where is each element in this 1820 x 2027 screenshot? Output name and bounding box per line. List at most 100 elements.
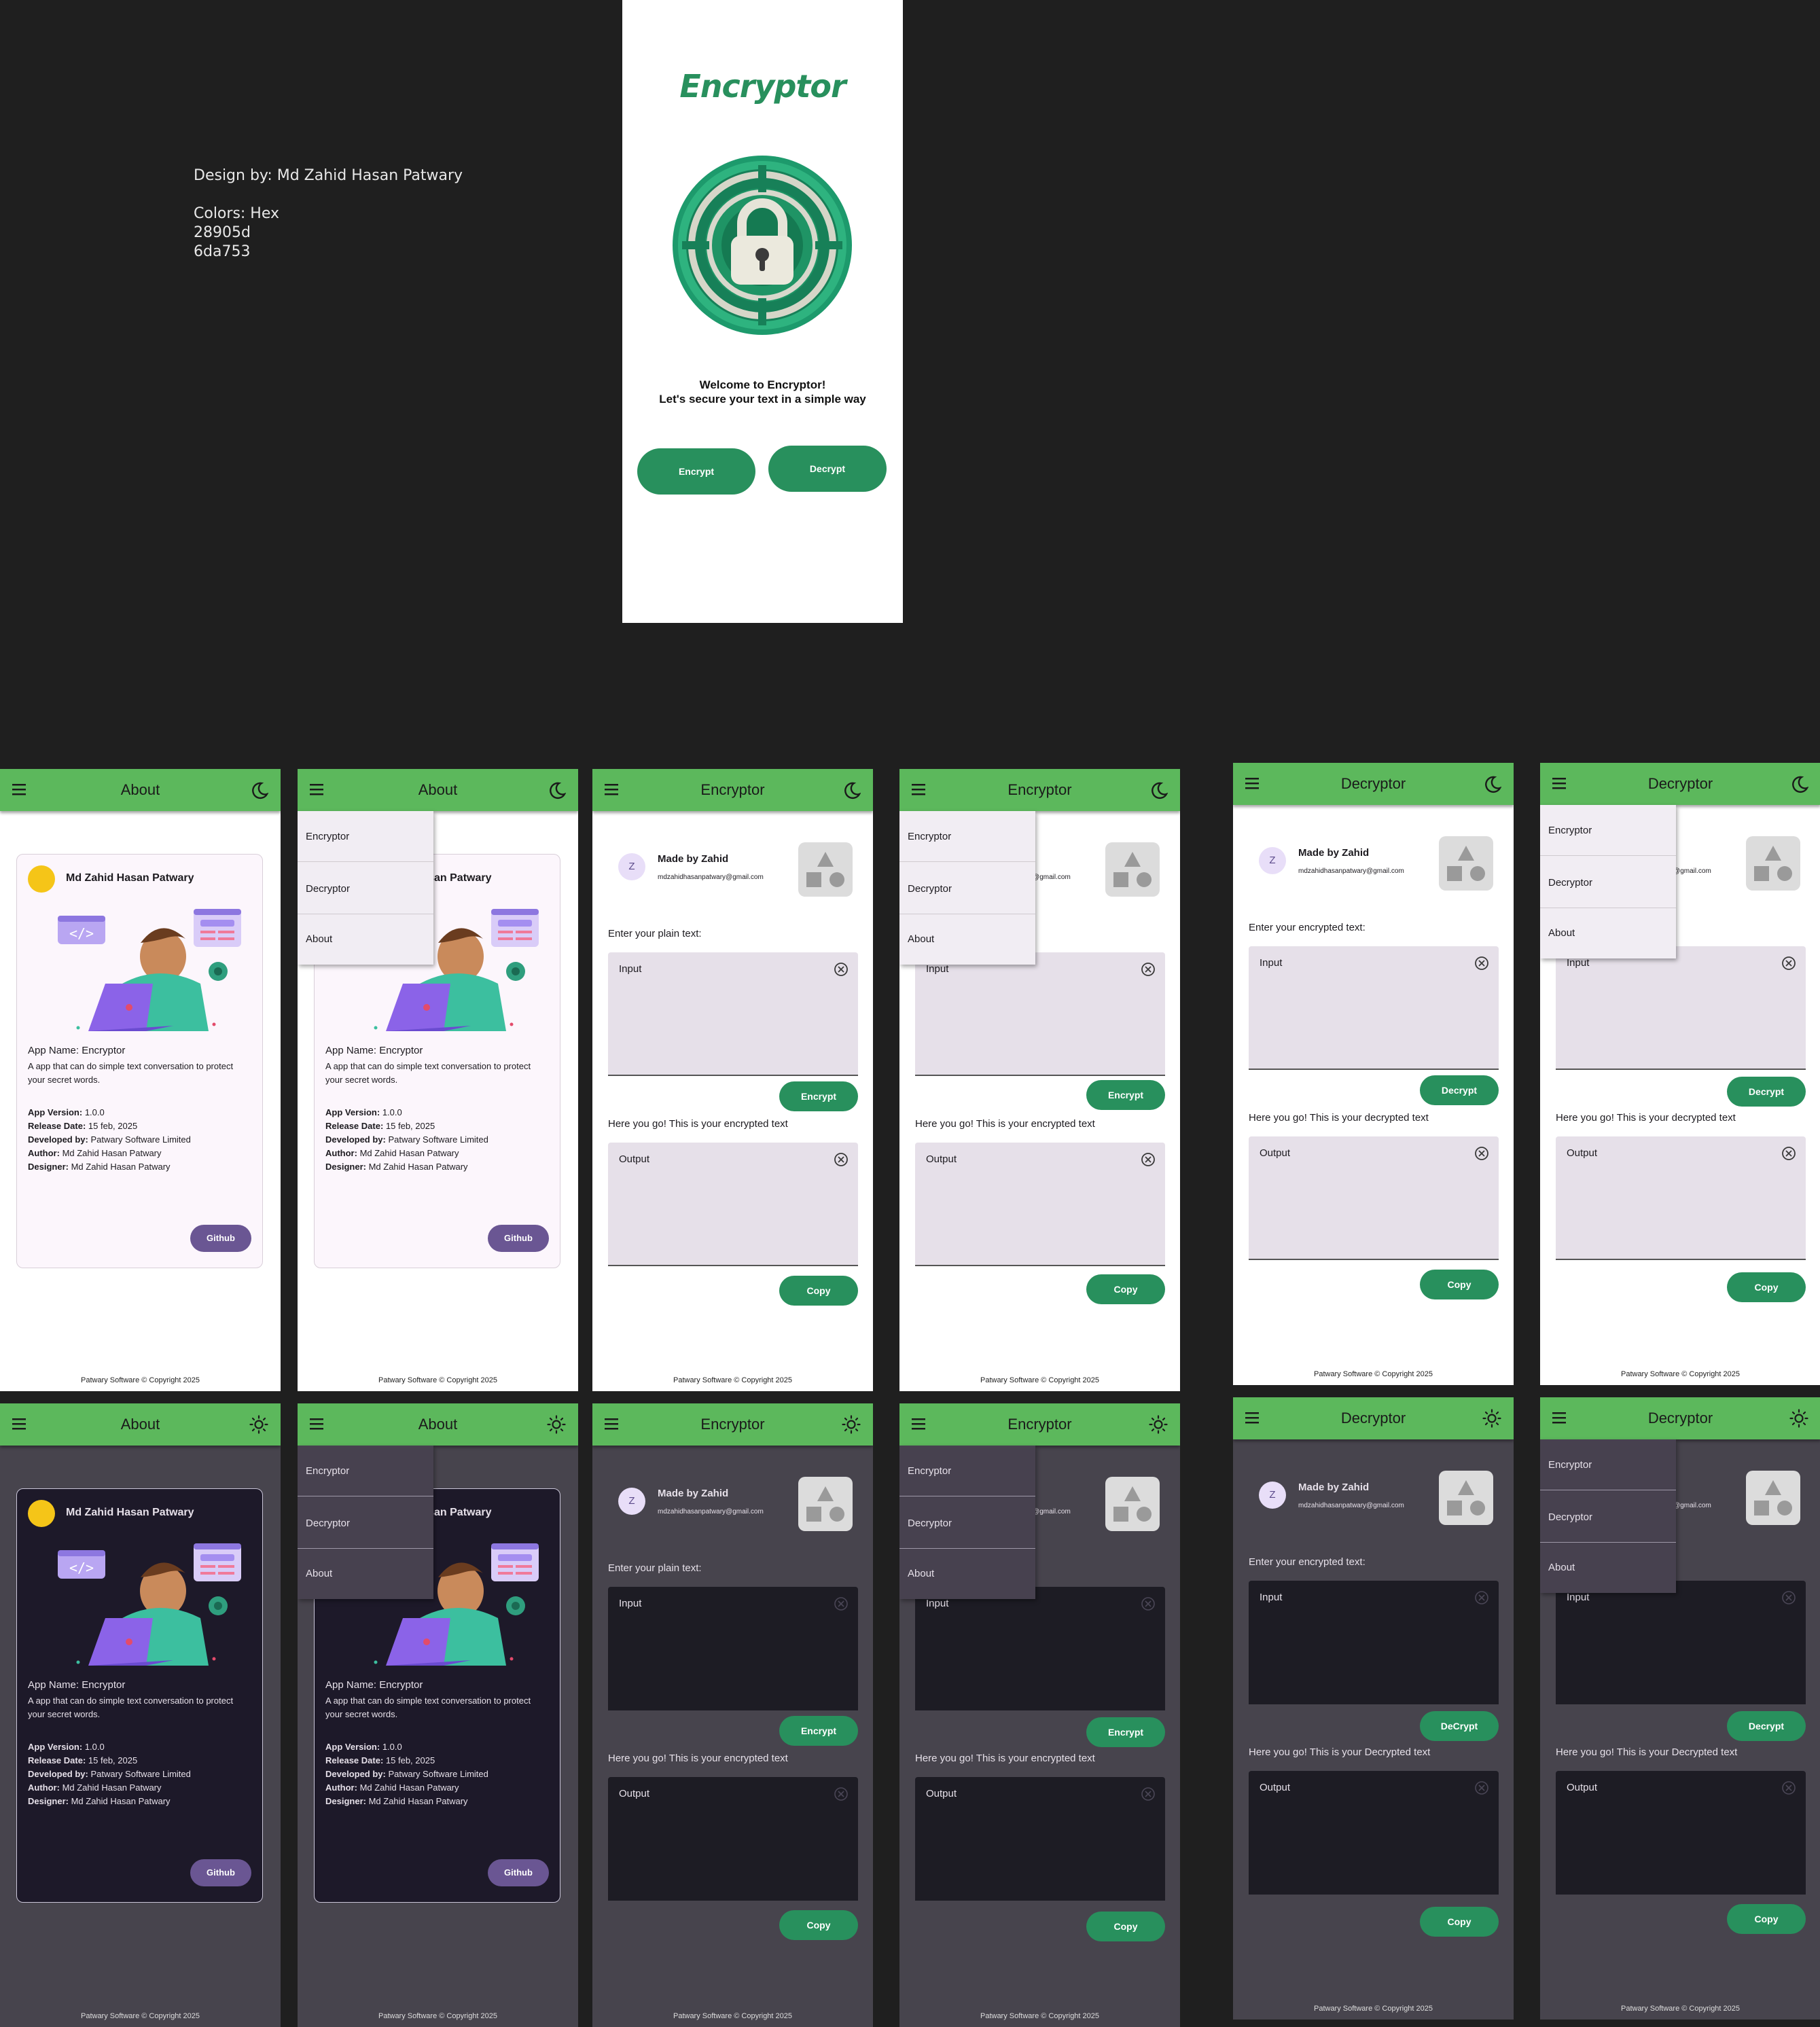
page-title: About xyxy=(418,781,458,798)
github-button[interactable]: Github xyxy=(488,1225,549,1252)
author-value: Md Zahid Hasan Patwary xyxy=(359,1782,459,1793)
copy-button[interactable]: Copy xyxy=(1420,1907,1499,1937)
output-field[interactable]: Output xyxy=(1556,1136,1806,1260)
copy-button[interactable]: Copy xyxy=(779,1276,858,1306)
release-value: 15 feb, 2025 xyxy=(385,1755,435,1765)
footer: Patwary Software © Copyright 2025 xyxy=(1313,2005,1433,2013)
clear-icon[interactable] xyxy=(834,1787,849,1801)
nav-item-decryptor[interactable]: Decryptor xyxy=(1540,1492,1676,1543)
nav-item-about[interactable]: About xyxy=(1540,1542,1676,1593)
version-label: App Version: xyxy=(28,1742,83,1752)
input-field[interactable]: Input xyxy=(915,1587,1165,1710)
clear-icon[interactable] xyxy=(834,1152,849,1167)
sun-icon[interactable] xyxy=(1482,1409,1501,1428)
input-field[interactable]: Input xyxy=(608,952,858,1076)
nav-item-decryptor[interactable]: Decryptor xyxy=(899,863,1035,914)
output-field[interactable]: Output xyxy=(1556,1771,1806,1895)
output-field[interactable]: Output xyxy=(915,1143,1165,1266)
sun-icon[interactable] xyxy=(249,1415,268,1434)
splash-encrypt-button[interactable]: Encrypt xyxy=(637,448,755,495)
nav-item-about[interactable]: About xyxy=(1540,908,1676,958)
clear-icon[interactable] xyxy=(1781,1146,1796,1161)
encrypt-button[interactable]: Encrypt xyxy=(779,1081,858,1111)
clear-icon[interactable] xyxy=(1474,956,1489,971)
developed-value: Patwary Software Limited xyxy=(388,1769,488,1779)
clear-icon[interactable] xyxy=(1141,1152,1156,1167)
nav-item-encryptor[interactable]: Encryptor xyxy=(899,1446,1035,1496)
github-button[interactable]: Github xyxy=(190,1859,251,1886)
input-field[interactable]: Input xyxy=(608,1587,858,1710)
input-label: Input xyxy=(1260,957,1283,969)
clear-icon[interactable] xyxy=(834,1596,849,1611)
copy-button[interactable]: Copy xyxy=(1727,1904,1806,1934)
nav-item-about[interactable]: About xyxy=(298,914,433,965)
moon-icon[interactable] xyxy=(547,781,566,800)
nav-item-about[interactable]: About xyxy=(899,914,1035,965)
clear-icon[interactable] xyxy=(1474,1590,1489,1605)
nav-item-decryptor[interactable]: Decryptor xyxy=(1540,857,1676,908)
nav-item-decryptor[interactable]: Decryptor xyxy=(298,863,433,914)
clear-icon[interactable] xyxy=(1781,956,1796,971)
clear-icon[interactable] xyxy=(1781,1590,1796,1605)
moon-icon[interactable] xyxy=(249,781,268,800)
github-button[interactable]: Github xyxy=(190,1225,251,1252)
footer: Patwary Software © Copyright 2025 xyxy=(980,2012,1100,2020)
copy-button[interactable]: Copy xyxy=(1727,1272,1806,1302)
decrypt-button[interactable]: Decrypt xyxy=(1727,1077,1806,1107)
output-field[interactable]: Output xyxy=(1249,1771,1499,1895)
decrypt-button[interactable]: DeCrypt xyxy=(1420,1711,1499,1741)
input-field[interactable]: Input xyxy=(1556,1581,1806,1704)
copy-button[interactable]: Copy xyxy=(1086,1912,1165,1941)
copy-button[interactable]: Copy xyxy=(1420,1270,1499,1299)
nav-item-encryptor[interactable]: Encryptor xyxy=(298,1446,433,1496)
output-field[interactable]: Output xyxy=(608,1777,858,1901)
nav-item-encryptor[interactable]: Encryptor xyxy=(1540,1439,1676,1490)
app-info: App Version: 1.0.0 Release Date: 15 feb,… xyxy=(28,1740,191,1808)
moon-icon[interactable] xyxy=(1149,781,1168,800)
made-by-email: mdzahidhasanpatwary@gmail.com xyxy=(1298,1502,1404,1509)
sun-icon[interactable] xyxy=(1789,1409,1808,1428)
nav-item-decryptor[interactable]: Decryptor xyxy=(298,1498,433,1549)
encrypt-button[interactable]: Encrypt xyxy=(1086,1717,1165,1747)
clear-icon[interactable] xyxy=(834,962,849,977)
app-name: App Name: Encryptor xyxy=(28,1045,126,1056)
moon-icon[interactable] xyxy=(1789,774,1808,793)
clear-icon[interactable] xyxy=(1781,1780,1796,1795)
nav-item-decryptor[interactable]: Decryptor xyxy=(899,1498,1035,1549)
input-field[interactable]: Input xyxy=(1556,946,1806,1070)
output-field[interactable]: Output xyxy=(915,1777,1165,1901)
clear-icon[interactable] xyxy=(1141,962,1156,977)
sun-icon[interactable] xyxy=(842,1415,861,1434)
input-field[interactable]: Input xyxy=(915,952,1165,1076)
output-field[interactable]: Output xyxy=(608,1143,858,1266)
nav-item-encryptor[interactable]: Encryptor xyxy=(1540,805,1676,856)
nav-item-about[interactable]: About xyxy=(899,1548,1035,1599)
encrypt-button[interactable]: Encrypt xyxy=(779,1716,858,1746)
developed-value: Patwary Software Limited xyxy=(388,1134,488,1145)
nav-item-about[interactable]: About xyxy=(298,1548,433,1599)
avatar xyxy=(28,1500,55,1527)
copy-button[interactable]: Copy xyxy=(1086,1274,1165,1304)
nav-item-encryptor[interactable]: Encryptor xyxy=(899,811,1035,862)
clear-icon[interactable] xyxy=(1141,1596,1156,1611)
splash-decrypt-button[interactable]: Decrypt xyxy=(768,446,887,492)
input-field[interactable]: Input xyxy=(1249,1581,1499,1704)
decrypt-button[interactable]: Decrypt xyxy=(1727,1711,1806,1741)
encrypt-button[interactable]: Encrypt xyxy=(1086,1080,1165,1110)
clear-icon[interactable] xyxy=(1474,1780,1489,1795)
designer-value: Md Zahid Hasan Patwary xyxy=(71,1162,171,1172)
copy-button[interactable]: Copy xyxy=(779,1910,858,1940)
clear-icon[interactable] xyxy=(1474,1146,1489,1161)
clear-icon[interactable] xyxy=(1141,1787,1156,1801)
sun-icon[interactable] xyxy=(1149,1415,1168,1434)
sun-icon[interactable] xyxy=(547,1415,566,1434)
moon-icon[interactable] xyxy=(842,781,861,800)
welcome-line-1: Welcome to Encryptor! xyxy=(699,378,826,391)
nav-item-encryptor[interactable]: Encryptor xyxy=(298,811,433,862)
moon-icon[interactable] xyxy=(1482,774,1501,793)
decrypt-button[interactable]: Decrypt xyxy=(1420,1075,1499,1105)
output-field[interactable]: Output xyxy=(1249,1136,1499,1260)
input-field[interactable]: Input xyxy=(1249,946,1499,1070)
github-button[interactable]: Github xyxy=(488,1859,549,1886)
colors-label: Colors: Hex xyxy=(194,205,280,222)
